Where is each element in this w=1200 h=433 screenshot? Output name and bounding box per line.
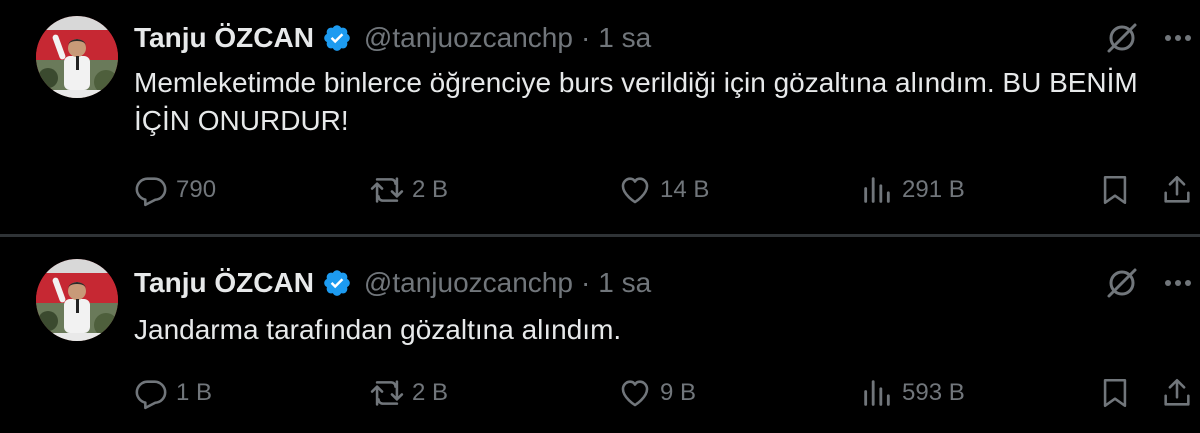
- avatar[interactable]: [36, 259, 118, 341]
- reply-button[interactable]: 790: [134, 170, 216, 210]
- tweet[interactable]: Tanju ÖZCAN @tanjuozcanchp · 1 sa Jandar…: [0, 237, 1200, 433]
- grok-icon[interactable]: [1104, 265, 1140, 301]
- share-icon: [1164, 175, 1190, 203]
- retweet-count: 2 B: [412, 176, 449, 203]
- views-button[interactable]: 291 B: [860, 170, 965, 210]
- author-handle[interactable]: @tanjuozcanchp: [364, 22, 573, 54]
- like-count: 14 B: [660, 176, 710, 203]
- avatar[interactable]: [36, 16, 118, 98]
- author-name[interactable]: Tanju ÖZCAN: [134, 267, 314, 299]
- more-icon[interactable]: [1162, 267, 1194, 299]
- retweet-icon: [370, 380, 404, 406]
- views-count: 291 B: [902, 176, 965, 203]
- retweet-icon: [370, 177, 404, 203]
- views-count: 593 B: [902, 379, 965, 406]
- reply-count: 1 B: [176, 379, 213, 406]
- reply-icon: [135, 380, 167, 410]
- views-icon: [864, 380, 890, 406]
- timestamp[interactable]: 1 sa: [598, 267, 651, 299]
- like-icon: [621, 380, 649, 407]
- views-button[interactable]: 593 B: [860, 373, 965, 413]
- like-button[interactable]: 14 B: [618, 170, 709, 210]
- retweet-button[interactable]: 2 B: [370, 170, 448, 210]
- like-icon: [621, 177, 649, 204]
- retweet-button[interactable]: 2 B: [370, 373, 448, 413]
- like-count: 9 B: [660, 379, 697, 406]
- tweet-text: Jandarma tarafından gözaltına alındım.: [134, 314, 622, 345]
- reply-button[interactable]: 1 B: [134, 373, 212, 413]
- more-icon[interactable]: [1162, 22, 1194, 54]
- tweet-text: Memleketimde binlerce öğrenciye burs ver…: [134, 67, 1138, 136]
- timestamp[interactable]: 1 sa: [598, 22, 651, 54]
- bookmark-button[interactable]: [1098, 170, 1132, 210]
- author-name[interactable]: Tanju ÖZCAN: [134, 22, 314, 54]
- share-button[interactable]: [1160, 170, 1194, 210]
- share-icon: [1164, 378, 1190, 406]
- separator-dot: ·: [580, 267, 591, 298]
- views-icon: [864, 177, 890, 203]
- retweet-count: 2 B: [412, 379, 449, 406]
- grok-icon[interactable]: [1104, 20, 1140, 56]
- separator-dot: ·: [580, 22, 591, 53]
- bookmark-icon: [1103, 378, 1127, 408]
- author-handle[interactable]: @tanjuozcanchp: [364, 267, 573, 299]
- reply-icon: [135, 177, 167, 207]
- like-button[interactable]: 9 B: [618, 373, 696, 413]
- verified-badge-icon: [324, 270, 350, 296]
- verified-badge-icon: [324, 25, 350, 51]
- reply-count: 790: [176, 176, 217, 203]
- bookmark-icon: [1103, 175, 1127, 205]
- tweet-actions: 1 B 2 B 9 B 593 B: [0, 373, 1200, 413]
- share-button[interactable]: [1160, 373, 1194, 413]
- bookmark-button[interactable]: [1098, 373, 1132, 413]
- tweet-actions: 790 2 B 14 B 291 B: [0, 170, 1200, 210]
- tweet[interactable]: Tanju ÖZCAN @tanjuozcanchp · 1 sa Memlek…: [0, 0, 1200, 234]
